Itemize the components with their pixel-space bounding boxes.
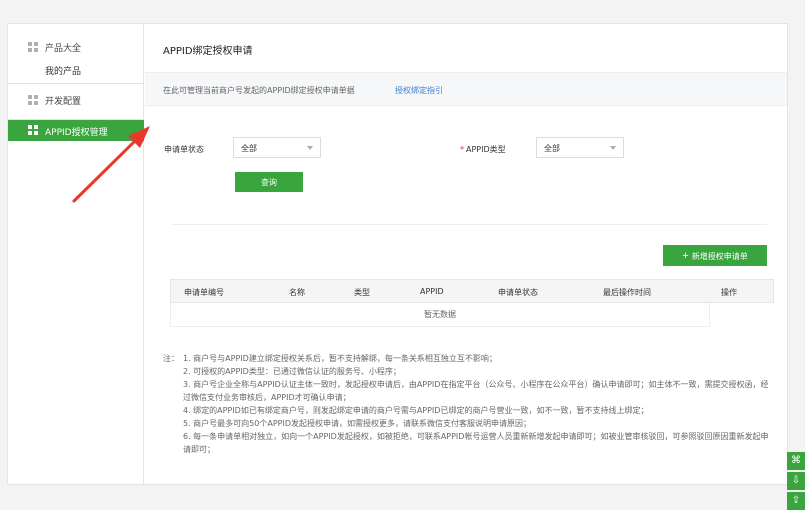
- note-item: 3. 商户号企业全称与APPID认证主体一致时，发起授权申请后，由APPID在指…: [183, 380, 769, 402]
- app-frame: 产品大全 我的产品 开发配置 APPID授权管理 APPID绑定授权申请 在此可…: [7, 23, 788, 485]
- chevron-down-icon: [307, 146, 313, 150]
- section-divider: [171, 224, 767, 225]
- note-item: 1. 商户号与APPID建立绑定授权关系后，暂不支持解绑，每一条关系相互独立互不…: [183, 354, 497, 363]
- add-application-label: 新增授权申请单: [691, 251, 748, 261]
- add-application-button[interactable]: + 新增授权申请单: [663, 245, 767, 266]
- applications-table: 申请单编号 名称 类型 APPID 申请单状态 最后操作时间 操作 暂无数据: [170, 279, 774, 327]
- note-item: 2. 可授权的APPID类型：已通过微信认证的服务号、小程序；: [183, 367, 401, 376]
- guide-link[interactable]: 授权绑定指引: [395, 85, 443, 96]
- appid-type-label-text: APPID类型: [466, 145, 506, 154]
- note-item: 5. 商户号最多可向50个APPID发起授权申请，如需授权更多，请联系微信支付客…: [183, 419, 531, 428]
- notes-list: 1. 商户号与APPID建立绑定授权关系后，暂不支持解绑，每一条关系相互独立互不…: [183, 352, 775, 456]
- column-header: 名称: [289, 288, 305, 297]
- column-header: 申请单编号: [184, 288, 224, 297]
- main-content: APPID绑定授权申请 在此可管理当前商户号发起的APPID绑定授权申请单据 授…: [145, 24, 787, 484]
- notes-label: 注：: [163, 354, 179, 363]
- table-header: 申请单编号 名称 类型 APPID 申请单状态 最后操作时间 操作: [170, 279, 774, 303]
- column-header: APPID: [420, 287, 444, 296]
- column-header: 申请单状态: [498, 288, 538, 297]
- page-title: APPID绑定授权申请: [163, 46, 253, 57]
- appid-type-select-value: 全部: [544, 144, 560, 153]
- status-select[interactable]: 全部: [233, 137, 321, 158]
- status-filter-label: 申请单状态: [164, 145, 204, 154]
- link-icon[interactable]: ⌘: [787, 452, 805, 470]
- sidebar-item-appid-manage[interactable]: APPID授权管理: [8, 120, 144, 141]
- note-item: 6. 每一条申请单相对独立，如向一个APPID发起授权，如被拒绝，可联系APPI…: [183, 432, 769, 454]
- sidebar-item-my-products[interactable]: 我的产品: [45, 64, 81, 77]
- required-mark: *: [460, 145, 464, 154]
- notice-text: 在此可管理当前商户号发起的APPID绑定授权申请单据: [163, 86, 355, 95]
- sidebar-item-label: APPID授权管理: [45, 128, 108, 138]
- grid-icon: [28, 95, 38, 105]
- sidebar-group-products: 产品大全 我的产品: [8, 24, 143, 84]
- appid-type-filter-label: * APPID类型: [460, 144, 506, 155]
- query-button[interactable]: 查询: [235, 172, 303, 192]
- sidebar-item-dev-config[interactable]: 开发配置: [8, 84, 143, 120]
- share-icon[interactable]: ⇪: [787, 492, 805, 510]
- grid-icon: [28, 125, 38, 135]
- sidebar: 产品大全 我的产品 开发配置 APPID授权管理: [8, 24, 144, 484]
- plus-icon: +: [682, 249, 689, 262]
- note-item: 4. 绑定的APPID如已有绑定商户号，则发起绑定申请的商户号需与APPID已绑…: [183, 406, 649, 415]
- column-header: 类型: [354, 288, 370, 297]
- notes-section: 注： 1. 商户号与APPID建立绑定授权关系后，暂不支持解绑，每一条关系相互独…: [163, 352, 775, 456]
- grid-icon: [28, 42, 38, 52]
- notice-bar: 在此可管理当前商户号发起的APPID绑定授权申请单据 授权绑定指引: [145, 72, 787, 106]
- download-icon[interactable]: ⇩: [787, 472, 805, 490]
- sidebar-item-products[interactable]: 产品大全: [45, 41, 81, 54]
- sidebar-item-label: 开发配置: [45, 97, 82, 107]
- table-empty-row: 暂无数据: [170, 303, 710, 327]
- floating-toolbar: ⌘ ⇩ ⇪: [787, 452, 805, 510]
- chevron-down-icon: [610, 146, 616, 150]
- appid-type-select[interactable]: 全部: [536, 137, 624, 158]
- column-header: 最后操作时间: [603, 288, 651, 297]
- status-select-value: 全部: [241, 144, 257, 153]
- column-header: 操作: [721, 288, 737, 297]
